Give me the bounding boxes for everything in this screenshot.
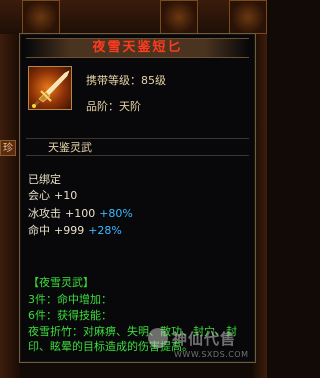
stat-row: 命中 +999 +28%: [28, 222, 122, 238]
set-bonus-title: 【夜雪灵武】: [28, 276, 94, 289]
item-tooltip: 夜雪天鉴短匕 携带等级：85级 品阶：天阶 天鉴灵武 已绑定 会心 +10 冰攻击…: [19, 33, 256, 363]
set-name: 天鉴灵武: [26, 138, 249, 156]
watermark: 神仙代售 WWW.SXDS.COM: [148, 326, 258, 366]
stat-name: 命中: [28, 224, 50, 237]
item-grade-value: 天阶: [119, 100, 141, 113]
stat-row: 冰攻击 +100 +80%: [28, 205, 133, 221]
stat-value: +100: [65, 207, 96, 220]
stat-value: +10: [54, 189, 78, 202]
game-background-left: [0, 34, 20, 378]
item-name: 夜雪天鉴短匕: [92, 40, 183, 55]
set-bonus-line: 6件：获得技能：: [28, 309, 112, 322]
watermark-text: 神仙代售: [172, 330, 237, 348]
item-grade-label: 品阶：: [86, 100, 119, 113]
stat-bonus: +80%: [99, 207, 133, 220]
stat-name: 冰攻击: [28, 207, 61, 220]
stat-row: 会心 +10: [28, 187, 81, 203]
item-title-bar: 夜雪天鉴短匕: [26, 38, 249, 58]
dagger-icon: [28, 66, 72, 110]
equipment-slot[interactable]: [160, 0, 198, 34]
equipment-slot[interactable]: [22, 0, 60, 34]
item-grade: 品阶：天阶: [86, 98, 141, 114]
carry-level-value: 85级: [141, 74, 166, 87]
bound-status: 已绑定: [28, 173, 61, 186]
watermark-url: WWW.SXDS.COM: [174, 350, 249, 359]
background-tab[interactable]: 珍: [0, 140, 16, 156]
equipment-slot[interactable]: [229, 0, 267, 34]
set-bonus-line: 3件：命中增加：: [28, 293, 112, 306]
carry-level-label: 携带等级：: [86, 74, 141, 87]
stat-name: 会心: [28, 189, 50, 202]
carry-level: 携带等级：85级: [86, 72, 166, 88]
stat-bonus: +28%: [88, 224, 122, 237]
watermark-logo-icon: [148, 328, 168, 348]
stat-value: +999: [54, 224, 85, 237]
